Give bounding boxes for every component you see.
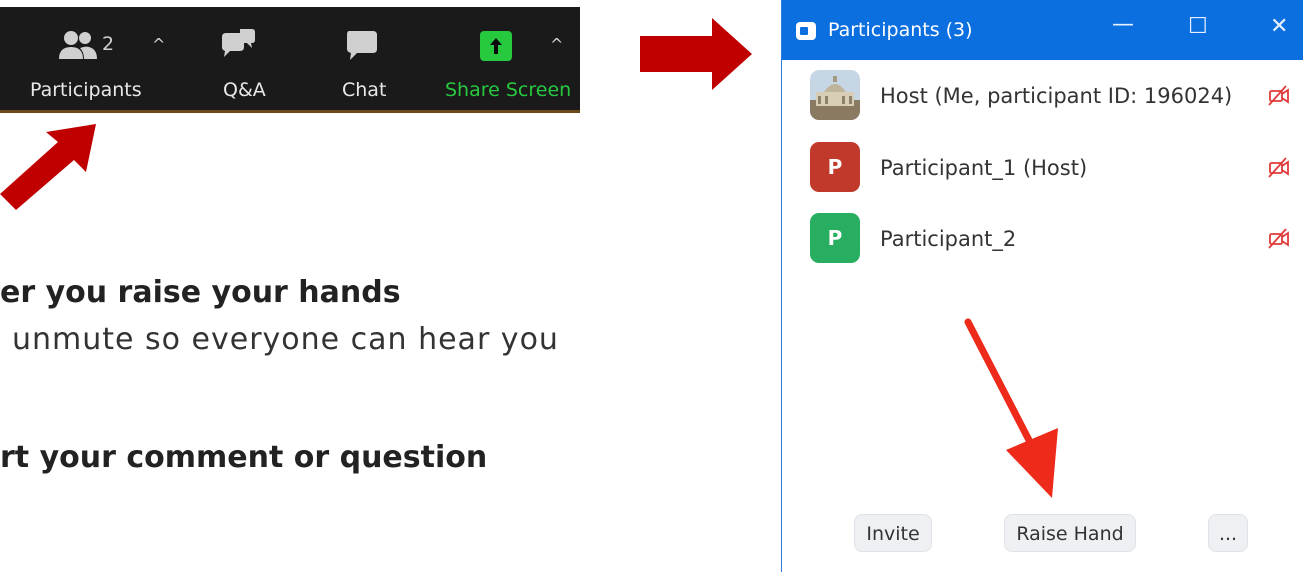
instruction-line-1: er you raise your hands [0,275,401,310]
participant-name: Host (Me, participant ID: 196024) [880,84,1233,108]
avatar-photo-icon [810,70,860,120]
close-button[interactable]: ✕ [1270,14,1288,39]
participant-name: Participant_1 (Host) [880,156,1088,180]
zoom-camera-icon [796,22,816,40]
participants-window: Participants (3) — ☐ ✕ Host (Me, partici… [781,0,1303,572]
qa-icon [222,29,255,57]
participant-row[interactable]: Host (Me, participant ID: 196024) [810,70,1290,124]
participants-button[interactable]: 2 Participants [0,7,150,113]
meeting-toolbar: 2 Participants ^ Q&A Chat Share Screen ^ [0,7,580,113]
video-off-icon[interactable] [1268,156,1290,178]
raise-hand-button[interactable]: Raise Hand [1004,514,1136,552]
participants-label: Participants [30,79,142,101]
participants-options-caret[interactable]: ^ [152,35,165,54]
share-options-caret[interactable]: ^ [550,35,563,54]
instruction-line-3: rt your comment or question [0,440,488,475]
participant-name: Participant_2 [880,227,1017,251]
avatar-initial: P [810,142,860,192]
instruction-line-2: unmute so everyone can hear you [12,322,559,357]
participant-row[interactable]: P Participant_2 [810,213,1290,267]
participant-row[interactable]: P Participant_1 (Host) [810,142,1290,196]
participants-count: 2 [102,33,115,55]
video-off-icon[interactable] [1268,84,1290,106]
arrow-to-window-icon [640,18,752,90]
share-screen-label: Share Screen [445,79,572,101]
arrow-to-participants-icon [0,124,96,210]
window-titlebar: Participants (3) — ☐ ✕ [782,0,1303,60]
invite-button[interactable]: Invite [854,514,932,552]
maximize-button[interactable]: ☐ [1188,14,1208,39]
arrow-to-raise-hand-icon [964,318,1058,498]
chat-icon [347,31,377,60]
more-options-button[interactable]: ... [1208,514,1248,552]
share-screen-button[interactable]: Share Screen [440,7,571,113]
participants-icon [59,31,97,59]
qa-button[interactable]: Q&A [195,7,285,113]
video-off-icon[interactable] [1268,227,1290,249]
avatar-initial: P [810,213,860,263]
chat-button[interactable]: Chat [320,7,410,113]
share-screen-icon [480,31,512,61]
minimize-button[interactable]: — [1112,12,1134,37]
window-title: Participants (3) [828,19,973,41]
chat-label: Chat [342,79,387,101]
qa-label: Q&A [223,79,266,101]
